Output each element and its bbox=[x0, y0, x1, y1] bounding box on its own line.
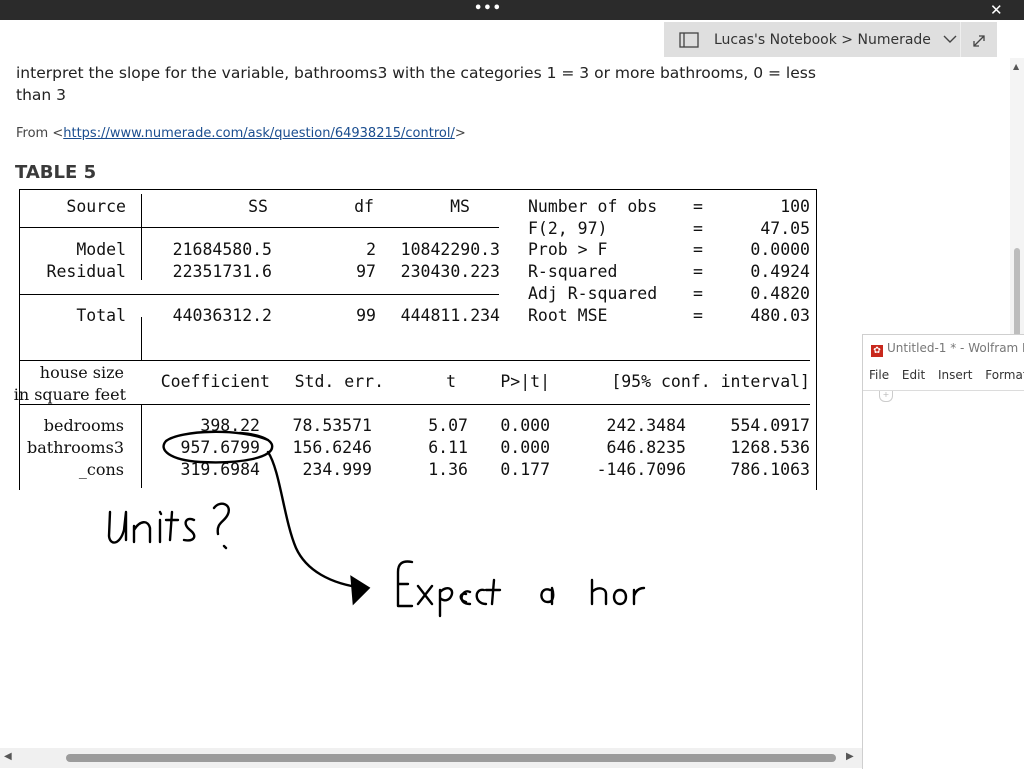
wolfram-window-title: ✿ Untitled-1 * - Wolfram M bbox=[871, 341, 1024, 357]
ink-circle-around-coefficient bbox=[162, 430, 274, 464]
menu-file[interactable]: File bbox=[869, 368, 889, 382]
scroll-up-icon[interactable]: ▲ bbox=[1013, 62, 1019, 71]
add-cell-icon[interactable]: + bbox=[879, 391, 893, 402]
ink-arrowhead bbox=[350, 575, 371, 606]
wolfram-window[interactable]: ✿ Untitled-1 * - Wolfram M File Edit Inse… bbox=[862, 334, 1024, 769]
scroll-right-icon[interactable]: ▶ bbox=[846, 751, 854, 762]
horizontal-scroll-thumb[interactable] bbox=[66, 754, 836, 762]
wolfram-title-text: Untitled-1 * - Wolfram M bbox=[887, 341, 1024, 355]
ink-arrow-stroke bbox=[266, 450, 366, 590]
horizontal-scrollbar[interactable]: ◀ ▶ bbox=[0, 748, 862, 768]
scroll-left-icon[interactable]: ◀ bbox=[4, 751, 12, 762]
menu-insert[interactable]: Insert bbox=[938, 368, 972, 382]
ink-expect-a-hor bbox=[396, 560, 646, 618]
menu-format[interactable]: Format bbox=[985, 368, 1024, 382]
menu-edit[interactable]: Edit bbox=[902, 368, 925, 382]
ink-units-question bbox=[107, 502, 230, 550]
wolfram-menu-bar: File Edit Insert Format bbox=[869, 368, 1024, 382]
wolfram-icon: ✿ bbox=[871, 345, 883, 357]
vertical-scrollbar[interactable]: ▲ bbox=[1010, 58, 1024, 338]
vertical-scroll-thumb[interactable] bbox=[1014, 248, 1020, 338]
